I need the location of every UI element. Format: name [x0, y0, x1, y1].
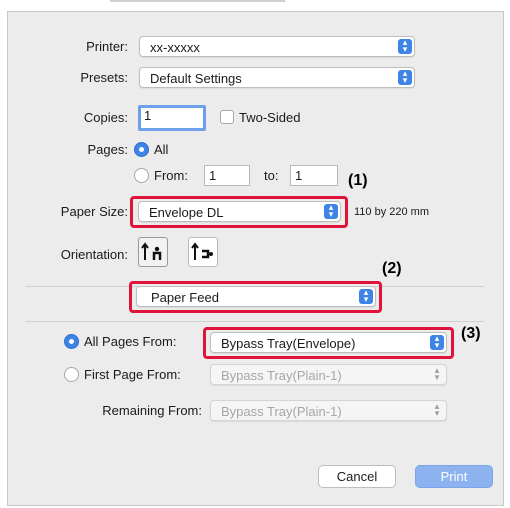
separator — [26, 321, 484, 322]
updown-chevron-icon: ▴ ▾ — [398, 69, 412, 85]
first-page-from-label: First Page From: — [84, 367, 181, 382]
updown-chevron-icon: ▴ ▾ — [434, 401, 440, 418]
copies-field[interactable]: 1 — [138, 105, 206, 131]
pages-to-value: 1 — [295, 168, 303, 183]
callout-2: (2) — [382, 260, 402, 277]
printer-value: xx-xxxxx — [150, 40, 200, 55]
updown-chevron-icon: ▴ ▾ — [434, 365, 440, 382]
two-sided-checkbox[interactable] — [220, 110, 234, 124]
remaining-from-value: Bypass Tray(Plain-1) — [221, 404, 342, 419]
orientation-portrait-button[interactable] — [138, 237, 168, 267]
section-menu-value: Paper Feed — [151, 290, 219, 305]
all-pages-from-radio[interactable] — [64, 334, 79, 349]
orientation-label: Orientation: — [60, 247, 128, 262]
pages-all-radio[interactable] — [134, 142, 149, 157]
pages-from-radio[interactable] — [134, 168, 149, 183]
paper-size-label: Paper Size: — [60, 204, 128, 219]
pages-from-value: 1 — [209, 168, 217, 183]
pages-from-label: From: — [154, 168, 188, 183]
remaining-from-label: Remaining From: — [102, 403, 202, 418]
presets-value: Default Settings — [150, 71, 242, 86]
print-dialog: Printer: xx-xxxxx ▴ ▾ Presets: Default Se… — [7, 11, 504, 506]
print-button[interactable]: Print — [415, 465, 493, 488]
top-edge — [110, 0, 285, 2]
two-sided-label: Two-Sided — [239, 110, 301, 125]
paper-size-dimensions: 110 by 220 mm — [354, 206, 430, 218]
all-pages-from-value: Bypass Tray(Envelope) — [221, 336, 356, 351]
all-pages-from-popup[interactable]: Bypass Tray(Envelope) ▴ ▾ — [210, 332, 447, 353]
cancel-button[interactable]: Cancel — [318, 465, 396, 488]
pages-label: Pages: — [87, 142, 128, 157]
updown-chevron-icon: ▴ ▾ — [398, 38, 412, 54]
all-pages-from-label: All Pages From: — [84, 334, 177, 349]
portrait-icon — [141, 242, 162, 260]
updown-chevron-icon: ▴ ▾ — [359, 288, 373, 304]
presets-popup[interactable]: Default Settings ▴ ▾ — [139, 67, 415, 88]
printer-label: Printer: — [86, 39, 128, 54]
callout-3: (3) — [461, 325, 481, 342]
copies-value: 1 — [144, 108, 152, 123]
pages-to-label: to: — [264, 168, 279, 183]
section-menu-popup[interactable]: Paper Feed ▴ ▾ — [136, 286, 376, 307]
first-page-from-value: Bypass Tray(Plain-1) — [221, 368, 342, 383]
pages-to-field[interactable]: 1 — [290, 165, 338, 186]
orientation-landscape-button[interactable] — [188, 237, 218, 267]
paper-size-popup[interactable]: Envelope DL ▴ ▾ — [138, 201, 341, 222]
callout-1: (1) — [348, 172, 368, 189]
updown-chevron-icon: ▴ ▾ — [430, 334, 444, 350]
pages-from-field[interactable]: 1 — [204, 165, 250, 186]
remaining-from-popup[interactable]: Bypass Tray(Plain-1) ▴ ▾ — [210, 400, 447, 421]
copies-label: Copies: — [83, 110, 128, 125]
printer-popup[interactable]: xx-xxxxx ▴ ▾ — [139, 36, 415, 57]
pages-all-label: All — [154, 142, 169, 157]
updown-chevron-icon: ▴ ▾ — [324, 203, 338, 219]
landscape-icon — [191, 242, 213, 260]
first-page-from-popup[interactable]: Bypass Tray(Plain-1) ▴ ▾ — [210, 364, 447, 385]
first-page-from-radio[interactable] — [64, 367, 79, 382]
paper-size-value: Envelope DL — [149, 205, 224, 220]
presets-label: Presets: — [80, 70, 128, 85]
